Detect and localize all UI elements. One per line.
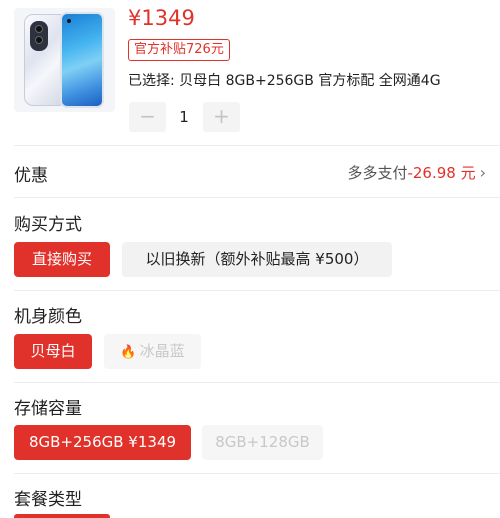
- color-title: 机身颜色: [14, 307, 82, 327]
- option-trade-in[interactable]: 以旧换新（额外补贴最高 ¥500）: [122, 242, 392, 277]
- divider: [14, 197, 500, 198]
- option-color-ice-blue[interactable]: 🔥 冰晶蓝: [104, 334, 201, 369]
- flame-icon: 🔥: [120, 345, 137, 360]
- divider: [14, 145, 500, 146]
- discount-amount: -26.98 元: [407, 164, 476, 182]
- quantity-minus-button[interactable]: −: [129, 102, 166, 132]
- camera-module: [30, 21, 48, 51]
- punch-hole-camera: [67, 19, 71, 23]
- discount-title: 优惠: [14, 166, 48, 186]
- option-color-pearl-white[interactable]: 贝母白: [14, 334, 92, 369]
- camera-lens: [35, 25, 43, 33]
- discount-label: 多多支付: [347, 164, 408, 182]
- selected-variant-text: 已选择: 贝母白 8GB+256GB 官方标配 全网通4G: [128, 73, 441, 89]
- divider: [14, 290, 500, 291]
- option-color-ice-blue-label: 冰晶蓝: [139, 342, 185, 360]
- package-title: 套餐类型: [14, 490, 82, 510]
- storage-title: 存储容量: [14, 399, 82, 419]
- plus-icon: +: [213, 104, 230, 128]
- purchase-method-title: 购买方式: [14, 215, 82, 235]
- product-price: ¥1349: [128, 6, 195, 30]
- product-image[interactable]: [14, 8, 115, 112]
- option-direct-buy[interactable]: 直接购买: [14, 242, 110, 277]
- divider: [14, 382, 500, 383]
- option-storage-256gb[interactable]: 8GB+256GB ¥1349: [14, 425, 191, 460]
- option-storage-128gb[interactable]: 8GB+128GB: [202, 425, 323, 460]
- minus-icon: −: [139, 104, 156, 128]
- quantity-plus-button[interactable]: +: [203, 102, 240, 132]
- divider: [14, 473, 500, 474]
- phone-front-image: [60, 12, 104, 108]
- option-package-selected[interactable]: [14, 514, 110, 518]
- chevron-right-icon: ›: [479, 163, 486, 182]
- quantity-value: 1: [179, 108, 189, 126]
- discount-row[interactable]: 多多支付-26.98 元 ›: [347, 162, 486, 183]
- subsidy-badge: 官方补贴726元: [128, 39, 230, 61]
- camera-lens: [35, 36, 43, 44]
